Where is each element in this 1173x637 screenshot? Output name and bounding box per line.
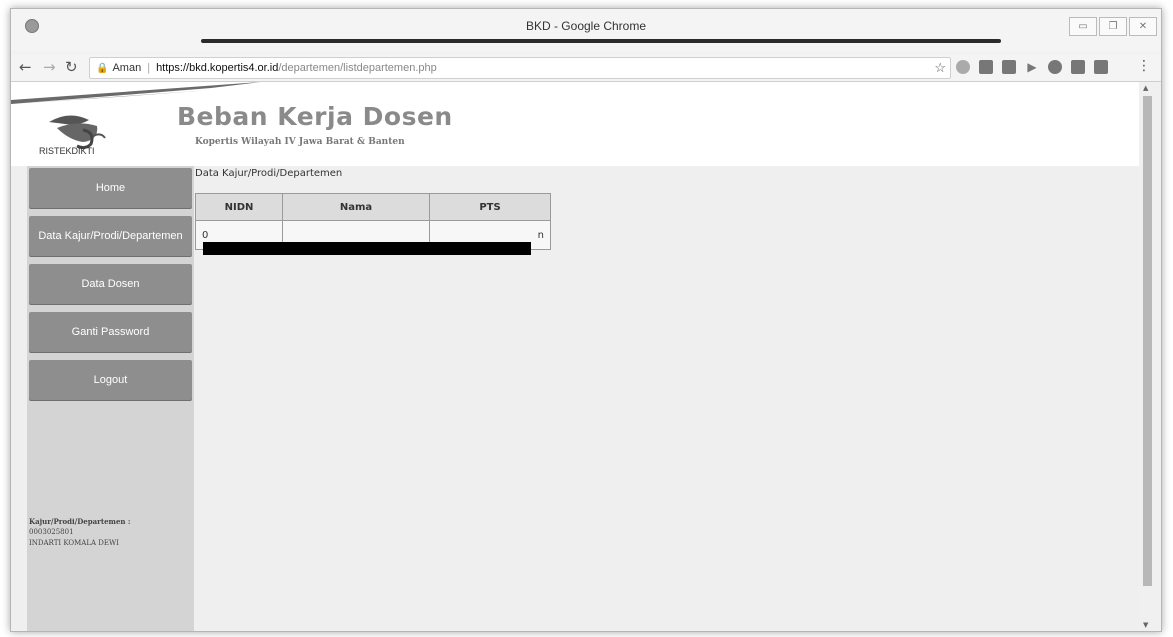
scroll-down-icon[interactable]: ▼ xyxy=(1143,621,1148,629)
table-header-row: NIDN Nama PTS xyxy=(195,193,551,221)
site-title: Beban Kerja Dosen xyxy=(177,102,453,131)
forward-icon[interactable]: → xyxy=(43,58,56,76)
page: RISTEKDIKTI Beban Kerja Dosen Kopertis W… xyxy=(11,82,1139,631)
scroll-thumb[interactable] xyxy=(1143,96,1152,586)
back-icon[interactable]: ← xyxy=(19,58,32,76)
url-host: https://bkd.kopertis4.or.id xyxy=(156,62,279,74)
redaction-bar xyxy=(203,242,531,255)
column-header-nama: Nama xyxy=(282,193,430,221)
browser-window: BKD - Google Chrome ▭ ❐ ✕ ← → ↻ 🔒 Aman | ht… xyxy=(10,8,1162,632)
extension-square-icon[interactable] xyxy=(979,60,993,74)
window-controls: ▭ ❐ ✕ xyxy=(1069,17,1157,36)
sidebar-item-logout[interactable]: Logout xyxy=(29,360,192,400)
user-info: Kajur/Prodi/Departemen : 0003025801 INDA… xyxy=(29,516,189,549)
scroll-up-icon[interactable]: ▲ xyxy=(1143,84,1148,92)
column-header-nidn: NIDN xyxy=(195,193,283,221)
user-role-label: Kajur/Prodi/Departemen : xyxy=(29,517,131,526)
close-icon[interactable]: ✕ xyxy=(1129,17,1157,36)
sidebar-item-data-dosen[interactable]: Data Dosen xyxy=(29,264,192,304)
site-header: RISTEKDIKTI Beban Kerja Dosen Kopertis W… xyxy=(11,82,1139,166)
minimize-icon[interactable]: ▭ xyxy=(1069,17,1097,36)
extension-circle-icon[interactable] xyxy=(956,60,970,74)
lock-icon: 🔒 xyxy=(96,63,109,74)
column-header-pts: PTS xyxy=(429,193,551,221)
extension-icons: ▶ xyxy=(956,60,1108,74)
page-title: Data Kajur/Prodi/Departemen xyxy=(195,168,343,179)
sidebar-item-data-kajur[interactable]: Data Kajur/Prodi/Departemen xyxy=(29,216,192,256)
user-name: INDARTI KOMALA DEWI xyxy=(29,539,119,547)
url-path: /departemen/listdepartemen.php xyxy=(278,62,437,74)
sidebar-item-home[interactable]: Home xyxy=(29,168,192,208)
secure-label: Aman xyxy=(112,62,142,74)
sidebar-item-ganti-password[interactable]: Ganti Password xyxy=(29,312,192,352)
title-bar: BKD - Google Chrome ▭ ❐ ✕ xyxy=(11,9,1161,51)
site-subtitle: Kopertis Wilayah IV Jawa Barat & Banten xyxy=(195,137,405,147)
address-bar-row: ← → ↻ 🔒 Aman | https://bkd.kopertis4.or.id/… xyxy=(11,55,1161,82)
bookmark-star-icon[interactable]: ☆ xyxy=(934,58,946,78)
extension-tag-icon[interactable] xyxy=(1094,60,1108,74)
tab-strip xyxy=(201,39,1001,43)
extension-round-icon[interactable] xyxy=(1048,60,1062,74)
url-bar[interactable]: 🔒 Aman | https://bkd.kopertis4.or.id/depart… xyxy=(89,57,951,79)
logo-text: RISTEKDIKTI xyxy=(39,146,95,156)
extension-play-icon[interactable]: ▶ xyxy=(1025,60,1039,74)
header-swoosh-icon xyxy=(11,82,261,104)
user-id: 0003025801 xyxy=(29,528,74,536)
reload-icon[interactable]: ↻ xyxy=(65,58,78,76)
window-title: BKD - Google Chrome xyxy=(525,19,647,33)
extension-doc-icon[interactable] xyxy=(1002,60,1016,74)
vertical-scrollbar[interactable]: ▲ ▼ xyxy=(1139,82,1161,631)
extension-box-icon[interactable] xyxy=(1071,60,1085,74)
restore-icon[interactable]: ❐ xyxy=(1099,17,1127,36)
menu-dots-icon[interactable]: ⋮ xyxy=(1137,58,1151,74)
sidebar: Home Data Kajur/Prodi/Departemen Data Do… xyxy=(27,166,194,631)
